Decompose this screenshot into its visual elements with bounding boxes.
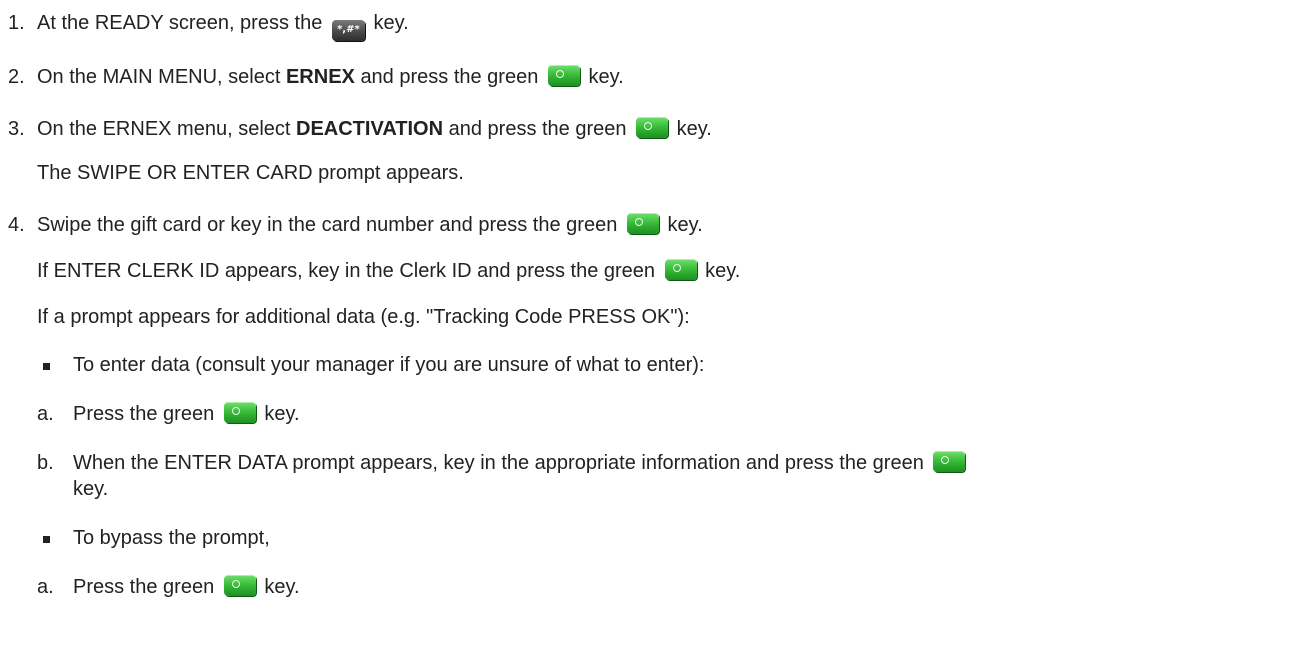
enter-data-bullet-text: To enter data (consult your manager if y…	[73, 354, 705, 376]
step-3-text-after: key.	[676, 118, 712, 140]
enter-data-step-b-after: key.	[73, 478, 109, 500]
step-4-text: Swipe the gift card or key in the card n…	[37, 213, 703, 237]
enter-data-step-a-letter: a.	[37, 403, 54, 425]
enter-data-step-b-before: When the ENTER DATA prompt appears, key …	[73, 452, 924, 474]
step-3-text-middle: and press the green	[448, 118, 627, 140]
star-hash-key-icon: *,#*	[331, 20, 365, 41]
green-ok-key-icon	[664, 259, 697, 280]
bypass-bullet-text: To bypass the prompt,	[73, 527, 270, 549]
step-1-text-after: key.	[373, 12, 409, 34]
enter-data-step-a-before: Press the green	[73, 403, 215, 425]
step-4-text-after: key.	[667, 214, 703, 236]
enter-data-step-b-text: When the ENTER DATA prompt appears, key …	[73, 451, 968, 475]
green-ok-key-icon	[933, 451, 966, 472]
clerk-id-text-before: If ENTER CLERK ID appears, key in the Cl…	[37, 260, 656, 282]
enter-data-step-b-letter: b.	[37, 452, 54, 474]
enter-data-step-a-after: key.	[264, 403, 300, 425]
step-2-text-middle: and press the green	[360, 66, 539, 88]
step-3-text-before: On the ERNEX menu, select	[37, 118, 291, 140]
step-1-text-before: At the READY screen, press the	[37, 12, 323, 34]
step-4-text-before: Swipe the gift card or key in the card n…	[37, 214, 618, 236]
square-bullet-icon	[43, 536, 50, 543]
green-ok-key-icon	[636, 117, 669, 138]
enter-data-step-a-text: Press the green key.	[73, 402, 300, 426]
clerk-id-instruction: If ENTER CLERK ID appears, key in the Cl…	[37, 259, 740, 283]
step-1-text: At the READY screen, press the *,#* key.	[37, 11, 409, 41]
bypass-step-a-after: key.	[264, 576, 300, 598]
step-4-number: 4.	[8, 214, 25, 236]
bypass-step-a-before: Press the green	[73, 576, 215, 598]
step-3-menu-item: DEACTIVATION	[296, 118, 444, 140]
bypass-step-a-letter: a.	[37, 576, 54, 598]
green-ok-key-icon	[547, 65, 580, 86]
additional-data-instruction: If a prompt appears for additional data …	[37, 306, 690, 328]
step-3-number: 3.	[8, 118, 25, 140]
step-3-text: On the ERNEX menu, select DEACTIVATION a…	[37, 117, 712, 141]
square-bullet-icon	[43, 363, 50, 370]
step-2-text-after: key.	[588, 66, 624, 88]
green-ok-key-icon	[223, 575, 256, 596]
step-2-menu-item: ERNEX	[285, 66, 355, 88]
green-ok-key-icon	[626, 213, 659, 234]
green-ok-key-icon	[223, 402, 256, 423]
clerk-id-text-after: key.	[705, 260, 741, 282]
bypass-step-a-text: Press the green key.	[73, 575, 300, 599]
step-2-text-before: On the MAIN MENU, select	[37, 66, 281, 88]
step-2-number: 2.	[8, 66, 25, 88]
step-1-number: 1.	[8, 12, 25, 34]
step-3-note: The SWIPE OR ENTER CARD prompt appears.	[37, 162, 464, 184]
step-2-text: On the MAIN MENU, select ERNEX and press…	[37, 65, 624, 89]
